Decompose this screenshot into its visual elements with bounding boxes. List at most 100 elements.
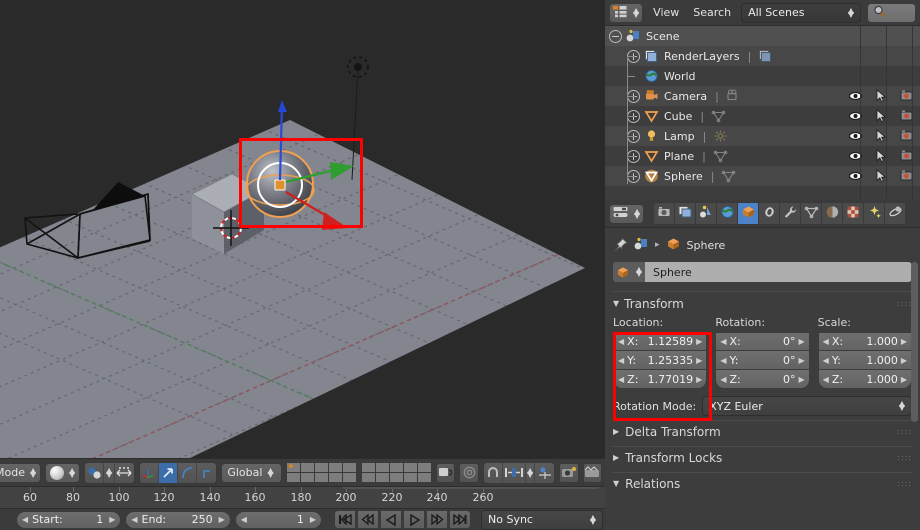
increment-arrow-icon[interactable]: ▶ [901,375,907,384]
chevron-updown-icon[interactable]: ▲ ▼ [633,262,645,282]
camera-render-icon[interactable] [894,109,920,123]
editor-type-select[interactable]: ▲ ▼ [609,203,645,224]
decrement-arrow-icon[interactable]: ◀ [823,375,829,384]
pivot-icon[interactable] [85,462,105,483]
cursor-arrow-icon[interactable] [868,169,894,183]
chevron-updown-icon[interactable]: ▲ ▼ [525,462,536,483]
layer-cell[interactable] [376,473,390,482]
scene-tab[interactable] [696,203,718,224]
frame-end-field[interactable]: ◀ End: 250 ▶ [125,510,231,529]
layer-cell[interactable] [315,473,329,482]
camera-render-icon[interactable] [894,89,920,103]
layer-cell[interactable] [376,463,390,472]
properties-scrollbar[interactable] [911,262,918,422]
object-name-field[interactable]: ▲ ▼ Sphere [613,262,912,282]
outliner-row-plane[interactable]: + Plane | [605,146,920,166]
timeline-header[interactable]: ◀ Start: 1 ▶ ◀ End: 250 ▶ ◀ 1 ▶ No Sync … [0,508,605,530]
camera-data-icon[interactable] [726,89,741,103]
mesh-data-icon[interactable] [711,109,726,123]
layer-cell[interactable] [418,473,432,482]
camera-render-icon[interactable] [894,149,920,163]
panel-header-transform-locks[interactable]: ▶ Transform Locks :::: [613,446,912,468]
decrement-arrow-icon[interactable]: ◀ [241,515,247,524]
decrement-arrow-icon[interactable]: ◀ [618,375,624,384]
outliner-row-sphere[interactable]: + Sphere | [605,166,920,186]
viewport-header[interactable]: Mode ▲▼ ▲▼ ▲▼ [0,458,605,486]
play-button[interactable] [403,510,425,529]
decrement-arrow-icon[interactable]: ◀ [823,356,829,365]
eye-icon[interactable] [842,169,868,183]
render-opengl-icon[interactable] [559,462,579,483]
rotation-mode-select[interactable]: XYZ Euler ▲ ▼ [702,396,912,416]
eye-icon[interactable] [842,149,868,163]
data-tab[interactable] [801,203,823,224]
decrement-arrow-icon[interactable]: ◀ [618,356,624,365]
pivot-group[interactable]: ▲ ▼ [84,461,135,484]
decrement-arrow-icon[interactable]: ◀ [618,337,624,346]
physics-tab[interactable] [885,203,907,224]
jump-to-start-button[interactable] [334,510,356,529]
play-reverse-button[interactable] [380,510,402,529]
layer-cell[interactable] [390,473,404,482]
material-tab[interactable] [822,203,844,224]
layer-cell[interactable] [418,463,432,472]
outliner-editor[interactable]: ▲ ▼ View Search All Scenes ▲ ▼ − Scene + Rend… [605,0,920,200]
frame-start-field[interactable]: ◀ Start: 1 ▶ [16,510,122,529]
outliner-row-cube[interactable]: + Cube | [605,106,920,126]
outliner-row-camera[interactable]: + Camera | [605,86,920,106]
decrement-arrow-icon[interactable]: ◀ [22,515,28,524]
increment-arrow-icon[interactable]: ▶ [109,515,115,524]
properties-header[interactable]: ▲ ▼ [605,200,920,228]
outliner-row-toggles[interactable] [842,166,920,186]
transform-field-scale-z[interactable]: ◀ Z: 1.000 ▶ [817,370,912,389]
scene-icon[interactable] [634,237,649,254]
3d-viewport[interactable] [0,0,605,458]
transform-field-scale-y[interactable]: ◀ Y: 1.000 ▶ [817,351,912,370]
axis-arrows-icon[interactable] [139,462,159,483]
increment-arrow-icon[interactable]: ▶ [219,515,225,524]
scene-layers-group-2[interactable] [361,462,433,483]
snap-element-icon[interactable] [502,462,526,483]
layer-cell[interactable] [329,463,343,472]
layer-cell[interactable] [343,473,357,482]
arc-icon[interactable] [178,462,198,483]
outliner-row-toggles[interactable] [842,86,920,106]
outliner-row-toggles[interactable] [842,146,920,166]
increment-arrow-icon[interactable]: ▶ [696,375,702,384]
decrement-arrow-icon[interactable]: ◀ [823,337,829,346]
outliner-row-lamp[interactable]: + Lamp | [605,126,920,146]
scene-filter-select[interactable]: All Scenes ▲ ▼ [741,2,862,23]
lock-scene-icon[interactable] [436,462,456,483]
increment-arrow-icon[interactable]: ▶ [901,337,907,346]
blue-arrow-icon[interactable] [159,462,179,483]
transform-field-location-z[interactable]: ◀ Z: 1.77019 ▶ [613,370,708,389]
outliner-row-renderlayers[interactable]: + RenderLayers | [605,46,920,66]
outliner-header[interactable]: ▲ ▼ View Search All Scenes ▲ ▼ [605,0,920,26]
layer-cell[interactable] [404,463,418,472]
eye-icon[interactable] [842,89,868,103]
outliner-row-world[interactable]: World [605,66,920,86]
layer-cell[interactable] [343,463,357,472]
panel-header-relations[interactable]: ▼ Relations :::: [613,472,912,494]
transform-field-rotation-z[interactable]: ◀ Z: 0° ▶ [715,370,810,389]
snap-group[interactable]: ▲ ▼ [482,461,556,484]
layer-cell[interactable] [287,473,301,482]
increment-arrow-icon[interactable]: ▶ [799,337,805,346]
outliner-row-scene[interactable]: − Scene [605,26,920,46]
constraints-tab[interactable] [759,203,781,224]
shading-select[interactable]: ▲ ▼ [45,462,81,483]
corner-icon[interactable] [197,462,217,483]
timeline-ruler[interactable]: 60 80 100 120 140 160 180 200 220 240 260 [0,486,605,508]
sync-mode-select[interactable]: No Sync ▲ ▼ [481,509,603,530]
chevron-updown-icon[interactable]: ▲ ▼ [104,462,115,483]
modifiers-tab[interactable] [780,203,802,224]
transform-field-location-x[interactable]: ◀ X: 1.12589 ▶ [613,332,708,351]
eye-icon[interactable] [842,129,868,143]
transform-field-rotation-y[interactable]: ◀ Y: 0° ▶ [715,351,810,370]
object-tab[interactable] [738,203,760,224]
menu-search[interactable]: Search [689,6,735,19]
layer-cell[interactable] [362,463,376,472]
layer-cell[interactable] [301,473,315,482]
layer-cell[interactable] [301,463,315,472]
render-tab[interactable] [654,203,676,224]
